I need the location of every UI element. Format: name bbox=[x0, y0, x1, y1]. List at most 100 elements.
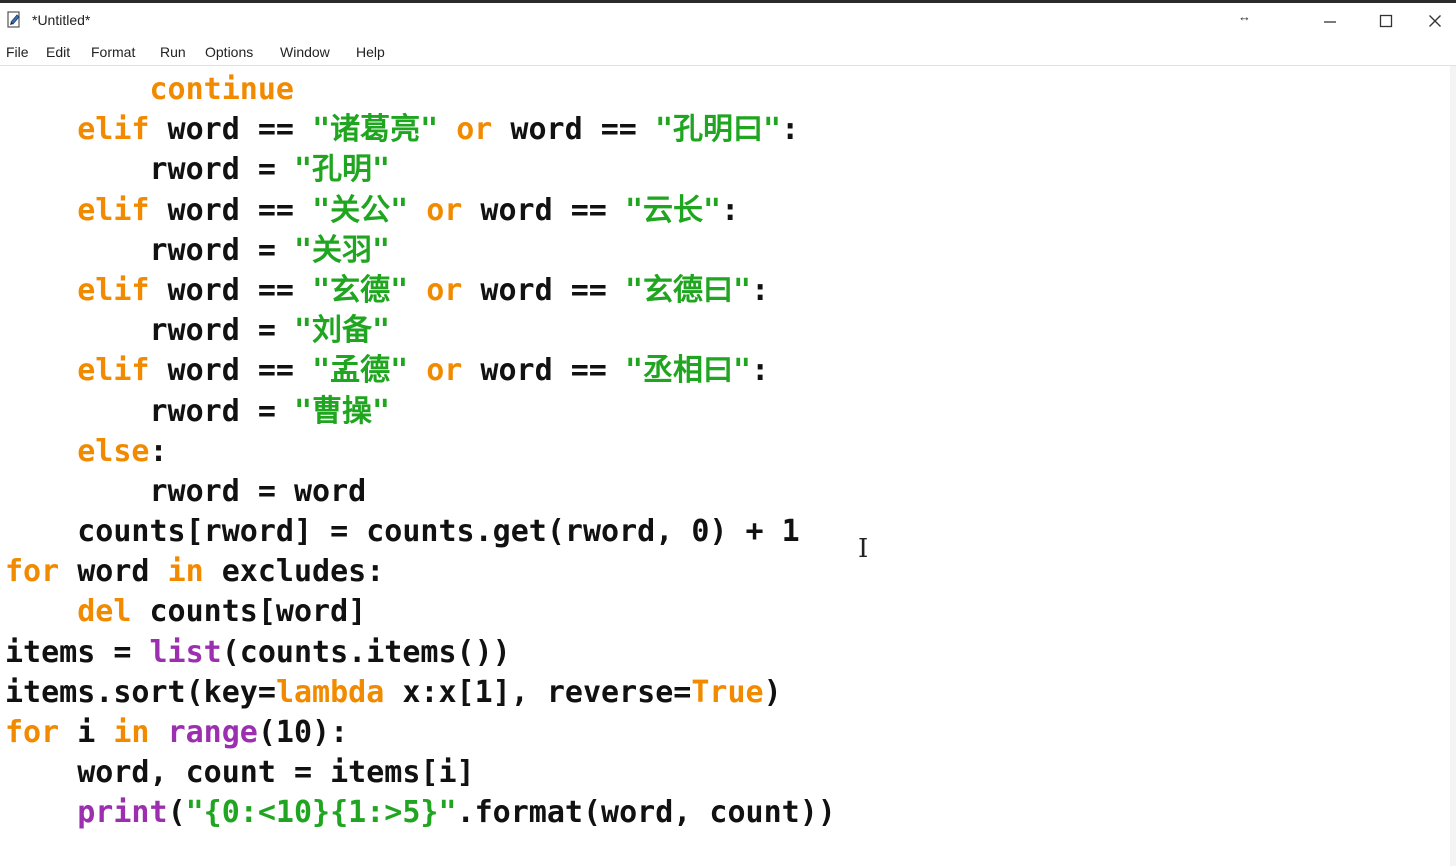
code-line[interactable]: rword = "曹操" bbox=[5, 392, 836, 432]
minimize-icon bbox=[1324, 21, 1336, 23]
menu-file[interactable]: File bbox=[6, 44, 29, 60]
string-token: "曹操" bbox=[293, 393, 391, 429]
menu-bar: File Edit Format Run Options Window Help bbox=[0, 39, 1456, 66]
string-token: "玄德曰" bbox=[624, 272, 752, 308]
code-token: word == bbox=[462, 353, 625, 389]
code-token: word == bbox=[492, 112, 655, 148]
code-token: : bbox=[149, 433, 168, 469]
code-token: rword = bbox=[5, 232, 294, 268]
keyword-token: del bbox=[77, 594, 132, 630]
code-line[interactable]: elif word == "关公" or word == "云长": bbox=[5, 191, 836, 231]
keyword-token: elif bbox=[77, 112, 150, 148]
builtin-token: list bbox=[149, 634, 222, 670]
code-token: rword = bbox=[5, 152, 294, 188]
code-line[interactable]: items = list(counts.items()) bbox=[5, 633, 836, 673]
code-token: word == bbox=[149, 353, 313, 389]
code-text[interactable]: continue elif word == "诸葛亮" or word == "… bbox=[5, 70, 836, 834]
code-line[interactable]: counts[rword] = counts.get(rword, 0) + 1 bbox=[5, 512, 836, 552]
maximize-button[interactable] bbox=[1358, 3, 1414, 39]
code-token: word == bbox=[149, 112, 313, 148]
code-line[interactable]: rword = word bbox=[5, 472, 836, 512]
string-token: "丞相曰" bbox=[624, 353, 752, 389]
menu-help[interactable]: Help bbox=[356, 44, 385, 60]
code-line[interactable]: for word in excludes: bbox=[5, 552, 836, 592]
code-token: rword = bbox=[5, 393, 294, 429]
string-token: "刘备" bbox=[293, 313, 391, 349]
menu-format[interactable]: Format bbox=[91, 44, 135, 60]
code-line[interactable]: elif word == "诸葛亮" or word == "孔明曰": bbox=[5, 110, 836, 150]
menu-run[interactable]: Run bbox=[160, 44, 186, 60]
code-line[interactable]: rword = "刘备" bbox=[5, 311, 836, 351]
code-line[interactable]: else: bbox=[5, 432, 836, 472]
code-token: : bbox=[721, 192, 740, 228]
code-line[interactable]: continue bbox=[5, 70, 836, 110]
builtin-token: range bbox=[167, 715, 258, 750]
keyword-token: lambda bbox=[275, 674, 385, 710]
code-line[interactable]: print("{0:<10}{1:>5}".format(word, count… bbox=[5, 793, 836, 833]
keyword-token: for bbox=[5, 554, 60, 590]
minimize-button[interactable] bbox=[1302, 3, 1358, 39]
text-cursor-icon: I bbox=[858, 534, 869, 564]
code-token: counts[word] bbox=[131, 594, 367, 630]
menu-edit[interactable]: Edit bbox=[46, 44, 70, 60]
code-token: counts[rword] = counts.get(rword, 0) + 1 bbox=[5, 514, 800, 550]
keyword-token: or bbox=[426, 353, 463, 389]
menu-window[interactable]: Window bbox=[280, 44, 330, 60]
keyword-token: in bbox=[113, 715, 150, 750]
string-token: "关羽" bbox=[293, 232, 391, 268]
keyword-token: in bbox=[167, 554, 204, 590]
string-token: "{0:<10}{1:>5}" bbox=[185, 795, 457, 831]
code-line[interactable]: del counts[word] bbox=[5, 592, 836, 632]
code-line[interactable]: elif word == "孟德" or word == "丞相曰": bbox=[5, 351, 836, 391]
close-icon bbox=[1429, 15, 1441, 27]
code-token: x:x[1], reverse= bbox=[384, 674, 692, 710]
code-token: i bbox=[59, 715, 114, 750]
string-token: "云长" bbox=[624, 192, 722, 228]
code-line[interactable]: elif word == "玄德" or word == "玄德曰": bbox=[5, 271, 836, 311]
keyword-token: True bbox=[691, 674, 764, 710]
maximize-icon bbox=[1379, 14, 1393, 28]
code-token: : bbox=[751, 272, 770, 308]
code-token: rword = word bbox=[5, 473, 367, 509]
window-title: *Untitled* bbox=[32, 12, 91, 28]
resize-arrows-icon[interactable]: ↔ bbox=[1238, 9, 1251, 24]
title-bar[interactable]: *Untitled* ↔ bbox=[0, 3, 1456, 39]
keyword-token: else bbox=[77, 433, 150, 469]
string-token: "孔明" bbox=[293, 152, 391, 188]
string-token: "玄德" bbox=[312, 272, 409, 308]
code-token: excludes: bbox=[203, 554, 385, 590]
code-token: ) bbox=[763, 674, 782, 710]
code-line[interactable]: rword = "关羽" bbox=[5, 231, 836, 271]
string-token: "孟德" bbox=[312, 353, 409, 389]
code-line[interactable]: items.sort(key=lambda x:x[1], reverse=Tr… bbox=[5, 673, 836, 713]
code-line[interactable]: for i in range(10): bbox=[5, 713, 836, 753]
idle-file-icon bbox=[6, 11, 24, 29]
vertical-scrollbar[interactable] bbox=[1450, 66, 1456, 866]
code-line[interactable]: word, count = items[i] bbox=[5, 753, 836, 793]
menu-options[interactable]: Options bbox=[205, 44, 253, 60]
code-token: .format(word, count)) bbox=[456, 795, 836, 831]
code-token: word bbox=[59, 554, 168, 590]
code-token: rword = bbox=[5, 313, 294, 349]
code-token: word == bbox=[149, 272, 313, 308]
string-token: "孔明曰" bbox=[654, 112, 782, 148]
code-token: word, count = items[i] bbox=[5, 755, 475, 791]
code-token: (counts.items()) bbox=[221, 634, 511, 670]
keyword-token: elif bbox=[77, 192, 150, 228]
builtin-token: print bbox=[77, 795, 168, 831]
code-line[interactable]: rword = "孔明" bbox=[5, 150, 836, 190]
code-token: word == bbox=[462, 192, 625, 228]
keyword-token: continue bbox=[149, 72, 295, 107]
close-button[interactable] bbox=[1414, 3, 1456, 39]
